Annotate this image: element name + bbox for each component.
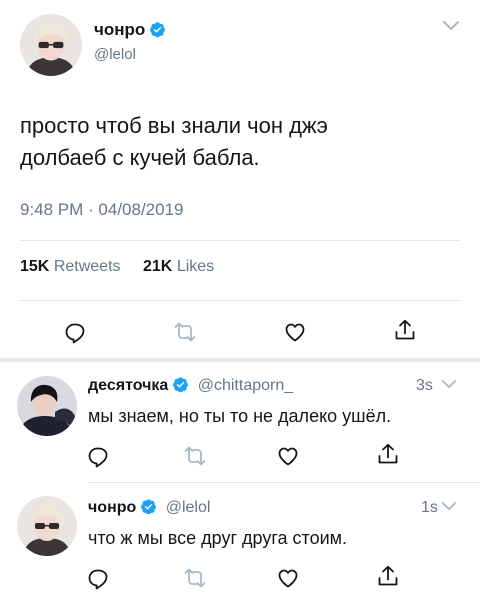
retweet-button[interactable] xyxy=(183,444,207,468)
like-button[interactable] xyxy=(276,566,300,590)
author-display-name[interactable]: чонро xyxy=(94,20,145,39)
avatar[interactable] xyxy=(20,14,82,76)
retweets-label: Retweets xyxy=(53,258,121,275)
divider xyxy=(20,300,460,301)
divider xyxy=(20,240,460,241)
chevron-down-icon[interactable] xyxy=(441,379,457,390)
reply-author-name[interactable]: десяточка xyxy=(88,377,168,394)
reply-tweet[interactable]: десяточка @chittaporn_ 3s мы знаем, но т… xyxy=(0,362,480,482)
reply-icon xyxy=(63,320,87,344)
reply-author-handle[interactable]: @lelol xyxy=(166,499,211,516)
tweet-timestamp[interactable]: 9:48 PM · 04/08/2019 xyxy=(20,200,184,220)
like-button[interactable] xyxy=(283,320,307,344)
verified-badge-icon xyxy=(149,21,166,38)
reply-button[interactable] xyxy=(86,566,110,590)
reply-time[interactable]: 1s xyxy=(421,499,438,517)
retweet-button[interactable] xyxy=(173,320,197,344)
likes-label: Likes xyxy=(176,258,215,275)
retweet-icon xyxy=(183,444,207,468)
reply-author-row[interactable]: десяточка @chittaporn_ xyxy=(88,376,293,395)
reply-time[interactable]: 3s xyxy=(416,377,433,395)
reply-author-name[interactable]: чонро xyxy=(88,499,136,516)
author-name-row[interactable]: чонро xyxy=(94,20,166,40)
like-icon xyxy=(276,444,300,468)
avatar[interactable] xyxy=(17,376,77,436)
like-icon xyxy=(283,320,307,344)
reply-tweet[interactable]: чонро @lelol 1s что ж мы все друг друга … xyxy=(0,484,480,604)
share-button[interactable] xyxy=(376,442,400,466)
retweet-icon xyxy=(173,320,197,344)
author-handle[interactable]: @lelol xyxy=(94,46,136,63)
share-icon xyxy=(376,564,400,588)
share-icon xyxy=(376,442,400,466)
reply-author-handle[interactable]: @chittaporn_ xyxy=(198,377,293,394)
likes-count: 21K xyxy=(143,258,173,275)
reply-author-row[interactable]: чонро @lelol xyxy=(88,498,210,517)
tweet-text-line-2: долбаеб с кучей бабла. xyxy=(20,145,260,170)
reply-button[interactable] xyxy=(86,444,110,468)
share-button[interactable] xyxy=(376,564,400,588)
verified-badge-icon xyxy=(140,498,157,515)
main-tweet: чонро @lelol просто чтоб вы знали чон дж… xyxy=(0,0,480,362)
verified-badge-icon xyxy=(172,376,189,393)
tweet-text-line-1: просто чтоб вы знали чон джэ xyxy=(20,113,328,138)
chevron-down-icon[interactable] xyxy=(441,501,457,512)
retweet-icon xyxy=(183,566,207,590)
share-icon xyxy=(393,318,417,342)
reply-button[interactable] xyxy=(63,320,87,344)
reply-icon xyxy=(86,566,110,590)
retweet-button[interactable] xyxy=(183,566,207,590)
reply-text: мы знаем, но ты то не далеко ушёл. xyxy=(88,406,392,426)
retweets-count: 15K xyxy=(20,258,50,275)
chevron-down-icon[interactable] xyxy=(442,20,460,32)
divider xyxy=(88,482,480,483)
likes-stat[interactable]: 21K Likes xyxy=(143,258,214,276)
avatar[interactable] xyxy=(17,496,77,556)
reply-icon xyxy=(86,444,110,468)
retweets-stat[interactable]: 15K Retweets xyxy=(20,258,121,276)
reply-text: что ж мы все друг друга стоим. xyxy=(88,528,348,548)
share-button[interactable] xyxy=(393,318,417,342)
like-button[interactable] xyxy=(276,444,300,468)
like-icon xyxy=(276,566,300,590)
